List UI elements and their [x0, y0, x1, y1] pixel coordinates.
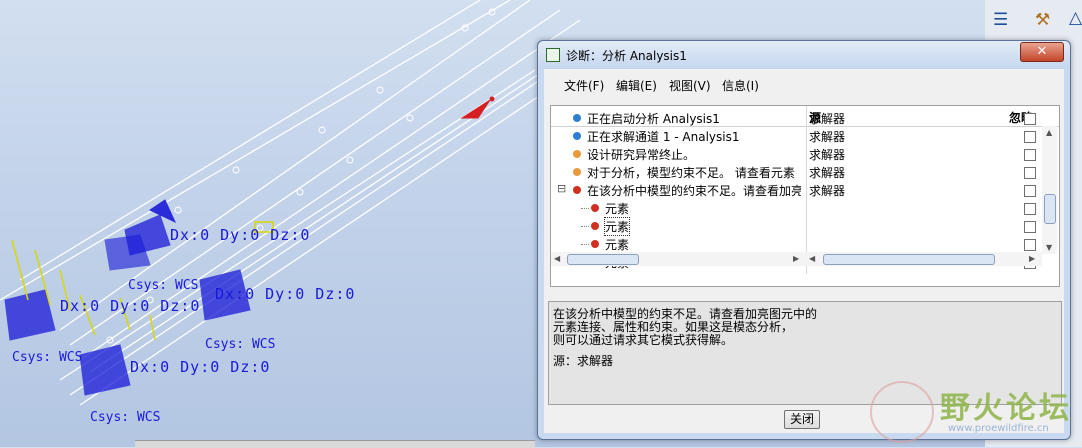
message-source: 求解器: [809, 112, 846, 126]
message-source: 求解器: [809, 166, 846, 180]
horizontal-scroll-thumb[interactable]: [567, 254, 639, 265]
scroll-right-icon[interactable]: ▶: [793, 254, 799, 263]
diagnostics-list[interactable]: 源 忽略 正在启动分析 Analysis1 求解器 正在求解通道 1 - Analy…: [550, 105, 1060, 287]
ignore-checkbox[interactable]: [1024, 221, 1036, 233]
message-source: 求解器: [809, 184, 846, 198]
scroll-up-icon[interactable]: ▲: [1046, 128, 1052, 137]
message-row[interactable]: 正在启动分析 Analysis1 求解器: [551, 110, 1039, 128]
warning-status-icon: [573, 150, 581, 158]
message-text: 元素: [605, 202, 630, 216]
message-text: 对于分析，模型约束不足。 请查看元素: [587, 166, 795, 180]
menu-edit[interactable]: 编辑(E): [616, 77, 657, 94]
message-text: 元素: [605, 238, 630, 252]
tree-connector: [581, 244, 589, 245]
displacement-label: Dx:0 Dy:0 Dz:0: [60, 297, 201, 315]
displacement-label: Dx:0 Dy:0 Dz:0: [130, 358, 271, 376]
error-status-icon: [591, 240, 599, 248]
scroll-left-icon[interactable]: ◀: [809, 254, 815, 263]
message-text: 正在启动分析 Analysis1: [587, 112, 720, 126]
csys-label: Csys: WCS: [205, 337, 276, 352]
tree-connector: [581, 208, 589, 209]
menu-view[interactable]: 视图(V): [669, 77, 711, 94]
tool-icon[interactable]: ⚒: [1035, 10, 1050, 30]
csys-label: Csys: WCS: [12, 350, 83, 365]
message-source: 求解器: [809, 148, 846, 162]
error-status-icon: [591, 204, 599, 212]
message-text: 在该分析中模型的约束不足。请查看加亮: [587, 184, 801, 198]
window-close-button[interactable]: ✕: [1020, 42, 1064, 62]
menu-file[interactable]: 文件(F): [564, 77, 604, 94]
vertical-scroll-thumb[interactable]: [1044, 194, 1056, 224]
scroll-right-icon[interactable]: ▶: [1029, 254, 1035, 263]
message-source: 求解器: [809, 130, 846, 144]
message-text: 元素: [603, 217, 631, 236]
ignore-checkbox[interactable]: [1024, 167, 1036, 179]
ignore-checkbox[interactable]: [1024, 149, 1036, 161]
watermark-text: 野火论坛: [940, 391, 1072, 426]
triangle-icon[interactable]: △: [1069, 8, 1082, 28]
dialog-icon: [546, 48, 560, 62]
message-row[interactable]: 元素: [551, 217, 1039, 236]
message-text: 正在求解通道 1 - Analysis1: [587, 130, 740, 144]
flame-logo-icon: [870, 381, 934, 443]
message-row[interactable]: ⊟ 在该分析中模型的约束不足。请查看加亮 求解器: [551, 182, 1039, 200]
vertical-scrollbar[interactable]: ▲ ▼: [1042, 126, 1057, 254]
tree-connector: [581, 226, 589, 227]
menu-info[interactable]: 信息(I): [722, 77, 759, 94]
error-status-icon: [591, 222, 599, 230]
collapse-icon[interactable]: ⊟: [557, 182, 566, 195]
horizontal-scroll-thumb[interactable]: [823, 254, 995, 265]
csys-label: Csys: WCS: [128, 278, 199, 293]
ignore-checkbox[interactable]: [1024, 203, 1036, 215]
info-status-icon: [573, 132, 581, 140]
detail-source: 源：求解器: [553, 354, 614, 368]
ignore-checkbox[interactable]: [1024, 239, 1036, 251]
message-row[interactable]: 正在求解通道 1 - Analysis1 求解器: [551, 128, 1039, 146]
detail-text: 则可以通过请求其它模式获得解。: [553, 333, 734, 347]
scroll-left-icon[interactable]: ◀: [554, 254, 560, 263]
close-button[interactable]: 关闭: [784, 410, 820, 429]
displacement-label: Dx:0 Dy:0 Dz:0: [215, 285, 356, 303]
csys-label: Csys: WCS: [90, 410, 161, 425]
dialog-titlebar[interactable]: 诊断：分析 Analysis1 ✕: [538, 41, 1070, 69]
beam-wireframe: [0, 0, 581, 406]
align-icon[interactable]: ☰: [993, 10, 1008, 30]
scroll-down-icon[interactable]: ▼: [1046, 243, 1052, 252]
error-status-icon: [573, 186, 581, 194]
message-text: 设计研究异常终止。: [587, 148, 696, 162]
ignore-checkbox[interactable]: [1024, 131, 1036, 143]
ignore-checkbox[interactable]: [1024, 185, 1036, 197]
message-row[interactable]: 元素: [551, 200, 1039, 218]
message-row[interactable]: 对于分析，模型约束不足。 请查看元素 求解器: [551, 164, 1039, 182]
forum-watermark: 野火论坛 www.proewildfire.cn: [870, 377, 1075, 443]
dialog-title: 诊断：分析 Analysis1: [566, 49, 687, 63]
info-status-icon: [573, 114, 581, 122]
message-row[interactable]: 设计研究异常终止。 求解器: [551, 146, 1039, 164]
displacement-label: Dx:0 Dy:0 Dz:0: [170, 226, 311, 244]
ignore-checkbox[interactable]: [1024, 113, 1036, 125]
warning-status-icon: [573, 168, 581, 176]
watermark-url: www.proewildfire.cn: [948, 423, 1049, 434]
horizontal-scrollbar[interactable]: ◀ ▶ ◀ ▶: [551, 252, 1042, 266]
